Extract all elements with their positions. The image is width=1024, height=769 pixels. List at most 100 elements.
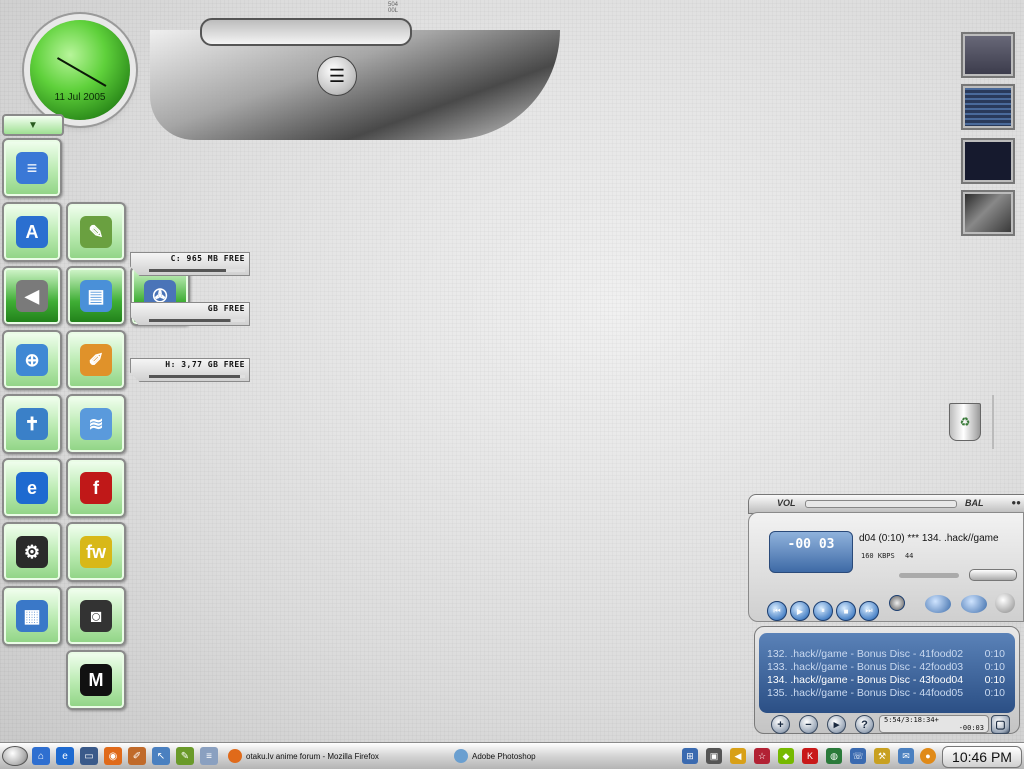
taskbar-task-button[interactable]: otaku.lv anime forum - Mozilla Firefox <box>226 746 379 766</box>
tray-messenger-icon[interactable]: ✉ <box>898 748 914 764</box>
playlist-row[interactable]: 135. .hack//game - Bonus Disc - 44food05… <box>759 687 1015 700</box>
dock-tile-network[interactable]: ⊕ <box>2 330 62 390</box>
balance-label: BAL <box>965 498 984 508</box>
playlist-remaining-time: -00:03 <box>958 724 984 732</box>
recycle-bin[interactable]: ♻ <box>938 395 994 449</box>
tray-display-icon[interactable]: ▣ <box>706 748 722 764</box>
dock-tile-dreamweaver[interactable]: ≋ <box>66 394 126 454</box>
taskbar-clock[interactable]: 10:46 PM <box>942 746 1022 768</box>
mini-label-2: 00L <box>388 8 399 14</box>
tray-globe-icon[interactable]: ◍ <box>826 748 842 764</box>
fw-icon: fw <box>80 536 112 568</box>
eq-toggle[interactable] <box>969 569 1017 581</box>
playlist-select-button[interactable]: ▸ <box>827 715 846 734</box>
mini-label: 504 00L <box>388 2 398 14</box>
quicklaunch-monitor-icon[interactable]: ▭ <box>80 747 98 765</box>
app-a-icon: A <box>16 216 48 248</box>
tray-tools-icon[interactable]: ⚒ <box>874 748 890 764</box>
dock-tile-back-arrow[interactable]: ◀ <box>2 266 62 326</box>
playlist-list-button[interactable]: ▢ <box>991 715 1010 734</box>
dock-tile-notepad[interactable]: ≡ <box>2 138 62 198</box>
playlist-remove-button[interactable]: − <box>799 715 818 734</box>
taskbar: ⌂ e ▭ ◉ ✐ ↖ ✎ ≡ otaku.lv anime forum - M… <box>0 742 1024 769</box>
track-scroll-text: d04 (0:10) *** 134. .hack//game <box>859 533 999 544</box>
options-button[interactable] <box>995 593 1015 613</box>
thumbnail-3[interactable] <box>961 138 1015 184</box>
dock-tile-pen-tool[interactable]: ✎ <box>66 202 126 262</box>
dock-tile-maya[interactable]: M <box>66 650 126 710</box>
drive-label-h: H: 3,77 GB FREE <box>165 360 245 369</box>
tray-volume-icon[interactable]: ◀ <box>730 748 746 764</box>
pause-button[interactable]: ⏸ <box>813 601 833 621</box>
winamp-main: -00 03 d04 (0:10) *** 134. .hack//game 1… <box>748 512 1024 622</box>
clock-minute-hand <box>79 70 107 87</box>
quicklaunch-home-icon[interactable]: ⌂ <box>32 747 50 765</box>
quicklaunch-firefox-icon[interactable]: ◉ <box>104 747 122 765</box>
time-display[interactable]: -00 03 <box>769 531 853 573</box>
drive-gauge-h: H: 3,77 GB FREE <box>130 358 250 382</box>
thumbnail-2[interactable] <box>961 84 1015 130</box>
stop-icon: ■ <box>843 606 849 616</box>
dock-tile-fireworks[interactable]: fw <box>66 522 126 582</box>
dock-tile-desktop-window[interactable]: ▦ <box>2 586 62 646</box>
pause-icon: ⏸ <box>821 606 825 615</box>
taskbar-task-label: otaku.lv anime forum - Mozilla Firefox <box>246 751 379 761</box>
playlist-row[interactable]: 133. .hack//game - Bonus Disc - 42food03… <box>759 661 1015 674</box>
photoshop-icon <box>454 749 468 763</box>
dock-tile-paint[interactable]: ✐ <box>66 330 126 390</box>
hard-drive-icon: ▤ <box>80 280 112 312</box>
thumbnail-1[interactable] <box>961 32 1015 78</box>
tray-language-icon[interactable]: ☆ <box>754 748 770 764</box>
dock-tile-video-camera[interactable]: ◙ <box>66 586 126 646</box>
thumbnail-4[interactable] <box>961 190 1015 236</box>
paint-brush-icon: ✐ <box>80 344 112 376</box>
quicklaunch-notepad-icon[interactable]: ≡ <box>200 747 218 765</box>
dock-collapse-handle[interactable]: ▼ <box>2 114 64 136</box>
tray-network-icon[interactable]: ⊞ <box>682 748 698 764</box>
dock-tile-app-blue-a[interactable]: A <box>2 202 62 262</box>
playlist-row-time: 0:10 <box>984 687 1005 699</box>
dock-tile-drive-manager[interactable]: ▤ <box>66 266 126 326</box>
quicklaunch-cursor-icon[interactable]: ↖ <box>152 747 170 765</box>
dock-tile-internet-explorer[interactable]: e <box>2 458 62 518</box>
seek-bar[interactable] <box>899 573 959 578</box>
waves-icon: ≋ <box>80 408 112 440</box>
shuffle-button[interactable] <box>925 595 951 613</box>
playlist-time-box: 5:54/3:18:34+ -00:03 <box>879 715 989 733</box>
volume-slider[interactable] <box>805 500 957 508</box>
start-button[interactable] <box>2 746 28 766</box>
dock-tile-weather[interactable]: ✝ <box>2 394 62 454</box>
dock-tile-settings[interactable]: ⚙ <box>2 522 62 582</box>
playlist-row-time: 0:10 <box>984 648 1005 660</box>
playlist-misc-button[interactable]: ? <box>855 715 874 734</box>
drive-gauge-2: GB FREE <box>130 302 250 326</box>
playlist-row[interactable]: 132. .hack//game - Bonus Disc - 41food02… <box>759 648 1015 661</box>
tray-nvidia-icon[interactable]: ◆ <box>778 748 794 764</box>
stop-button[interactable]: ■ <box>836 601 856 621</box>
firefox-icon <box>228 749 242 763</box>
next-button[interactable]: ⏭ <box>859 601 879 621</box>
camera-icon: ◙ <box>80 600 112 632</box>
tray-phone-icon[interactable]: ☏ <box>850 748 866 764</box>
tray-antivirus-icon[interactable]: K <box>802 748 818 764</box>
arrow-left-icon: ◀ <box>16 280 48 312</box>
tray-orange-icon[interactable]: ● <box>920 748 936 764</box>
clock-hour-hand <box>56 57 81 72</box>
quicklaunch-ie-icon[interactable]: e <box>56 747 74 765</box>
close-icon[interactable]: ●● <box>1011 498 1021 507</box>
eject-button[interactable] <box>889 595 905 611</box>
quicklaunch-paint-icon[interactable]: ✐ <box>128 747 146 765</box>
dock-tile-flash[interactable]: f <box>66 458 126 518</box>
pen-icon: ✎ <box>80 216 112 248</box>
repeat-button[interactable] <box>961 595 987 613</box>
playlist-row[interactable]: 134. .hack//game - Bonus Disc - 43food04… <box>759 674 1015 687</box>
top-search-bar[interactable] <box>200 18 412 46</box>
window-icon: ▦ <box>16 600 48 632</box>
playlist-add-button[interactable]: + <box>771 715 790 734</box>
drive-bar-2 <box>149 319 245 322</box>
menu-button[interactable]: ☰ <box>317 56 357 96</box>
quicklaunch-pen-icon[interactable]: ✎ <box>176 747 194 765</box>
play-button[interactable]: ▶ <box>790 601 810 621</box>
prev-button[interactable]: ⏮ <box>767 601 787 621</box>
taskbar-task-button[interactable]: Adobe Photoshop <box>452 746 536 766</box>
